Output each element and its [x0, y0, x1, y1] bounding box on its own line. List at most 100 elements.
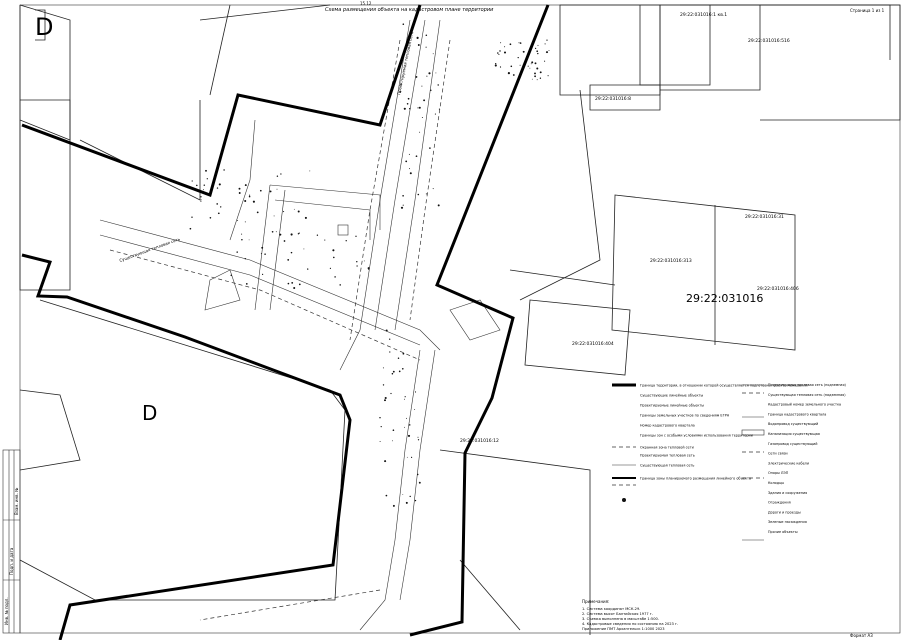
- survey-point: [287, 282, 290, 285]
- survey-point: [259, 189, 262, 192]
- survey-point: [290, 233, 293, 236]
- survey-point: [385, 494, 388, 497]
- legend-right-item: Сети связи: [768, 452, 788, 456]
- zone-letter-1: D: [35, 13, 53, 41]
- survey-point: [409, 168, 410, 170]
- planning-boundary: [21, 4, 422, 197]
- survey-point: [403, 107, 406, 110]
- survey-point: [203, 189, 204, 191]
- survey-point: [324, 239, 326, 241]
- survey-point: [191, 216, 193, 218]
- legend-left-item: Существующая тепловая сеть: [640, 464, 694, 468]
- parcel-label-1: 29:22:031016:1 кв.1: [680, 12, 727, 18]
- parcel-label-6: 29:22:031016:406: [757, 286, 799, 292]
- legend-right-item: Канализация существующая: [768, 432, 820, 436]
- survey-point: [417, 439, 420, 441]
- survey-point: [283, 240, 286, 242]
- survey-point: [504, 46, 506, 48]
- survey-point: [271, 230, 274, 233]
- legend-right-item: Дороги и проезды: [768, 510, 801, 514]
- survey-point: [437, 204, 440, 207]
- survey-point: [392, 370, 395, 373]
- survey-point: [380, 426, 382, 428]
- survey-point: [509, 43, 512, 46]
- survey-point: [248, 239, 250, 241]
- survey-point: [382, 367, 384, 369]
- survey-point: [406, 456, 408, 458]
- survey-point: [244, 199, 247, 203]
- survey-point: [392, 429, 395, 432]
- survey-point: [203, 184, 206, 186]
- survey-point: [539, 77, 542, 79]
- survey-point: [402, 23, 405, 25]
- survey-point: [304, 216, 307, 219]
- survey-point: [355, 235, 357, 237]
- survey-point: [189, 227, 192, 230]
- sheet-code: 15.12: [360, 1, 372, 6]
- survey-point: [333, 256, 335, 259]
- survey-point: [297, 233, 300, 235]
- left-stamp-3: Взам. инв. №: [14, 488, 19, 515]
- survey-point: [200, 200, 202, 202]
- legend-right-item: Колодцы: [768, 481, 784, 485]
- legend-right-item: Граница кадастрового квартала: [768, 412, 826, 416]
- survey-point: [276, 175, 279, 177]
- survey-point: [332, 249, 335, 252]
- survey-point: [519, 64, 521, 66]
- survey-point: [244, 221, 246, 223]
- survey-point: [512, 74, 515, 76]
- survey-point: [261, 246, 264, 249]
- legend-right-item: Опоры ЛЭП: [768, 471, 789, 475]
- survey-point: [200, 199, 202, 201]
- survey-point: [200, 196, 202, 198]
- survey-point: [385, 329, 388, 332]
- parcel-label-5: 29:22:031016:31: [745, 214, 784, 220]
- quarter-number: 29:22:031016: [686, 292, 763, 305]
- survey-point: [425, 193, 427, 195]
- survey-point: [216, 187, 219, 189]
- survey-point: [316, 234, 319, 236]
- survey-point: [196, 184, 198, 187]
- survey-point: [536, 50, 539, 53]
- site-plan-drawing: Инв. № подл. Подп. и дата Взам. инв. № 1…: [2, 1, 901, 641]
- survey-point: [391, 440, 393, 442]
- survey-point: [389, 351, 391, 353]
- survey-point: [244, 184, 247, 187]
- survey-point: [298, 283, 301, 286]
- survey-point: [237, 220, 239, 221]
- survey-point: [435, 72, 437, 74]
- survey-point: [536, 79, 538, 81]
- survey-point: [244, 258, 246, 260]
- format-label: Формат А3: [850, 633, 873, 638]
- survey-point: [409, 107, 411, 110]
- survey-point: [409, 495, 411, 498]
- survey-point: [426, 75, 428, 77]
- survey-point: [384, 396, 387, 400]
- survey-point: [404, 426, 406, 428]
- survey-point: [545, 51, 549, 54]
- survey-point: [363, 260, 365, 262]
- legend-right-item: Здания и сооружения: [768, 491, 807, 495]
- survey-point: [417, 436, 419, 438]
- survey-point: [260, 252, 262, 254]
- legend-left-item: Проектируемая тепловая сеть: [640, 454, 695, 458]
- survey-point: [191, 180, 193, 182]
- left-stamp-1: Инв. № подл.: [4, 597, 9, 625]
- legend: Граница территории, в отношении которой …: [612, 383, 847, 541]
- survey-point: [238, 192, 241, 194]
- survey-point: [411, 456, 413, 458]
- survey-point: [345, 240, 347, 242]
- survey-point: [429, 147, 431, 149]
- survey-point: [432, 53, 434, 55]
- survey-point: [421, 116, 423, 119]
- survey-point: [434, 113, 436, 115]
- survey-point: [283, 211, 285, 213]
- legend-left-item: Существующие линейные объекты: [640, 394, 704, 398]
- survey-point: [534, 47, 537, 50]
- legend-left-item: Граница зоны планируемого размещения лин…: [640, 477, 751, 481]
- survey-point: [241, 233, 243, 235]
- survey-point: [414, 408, 416, 410]
- survey-point: [495, 62, 497, 65]
- survey-point: [405, 160, 408, 163]
- survey-point: [216, 203, 219, 205]
